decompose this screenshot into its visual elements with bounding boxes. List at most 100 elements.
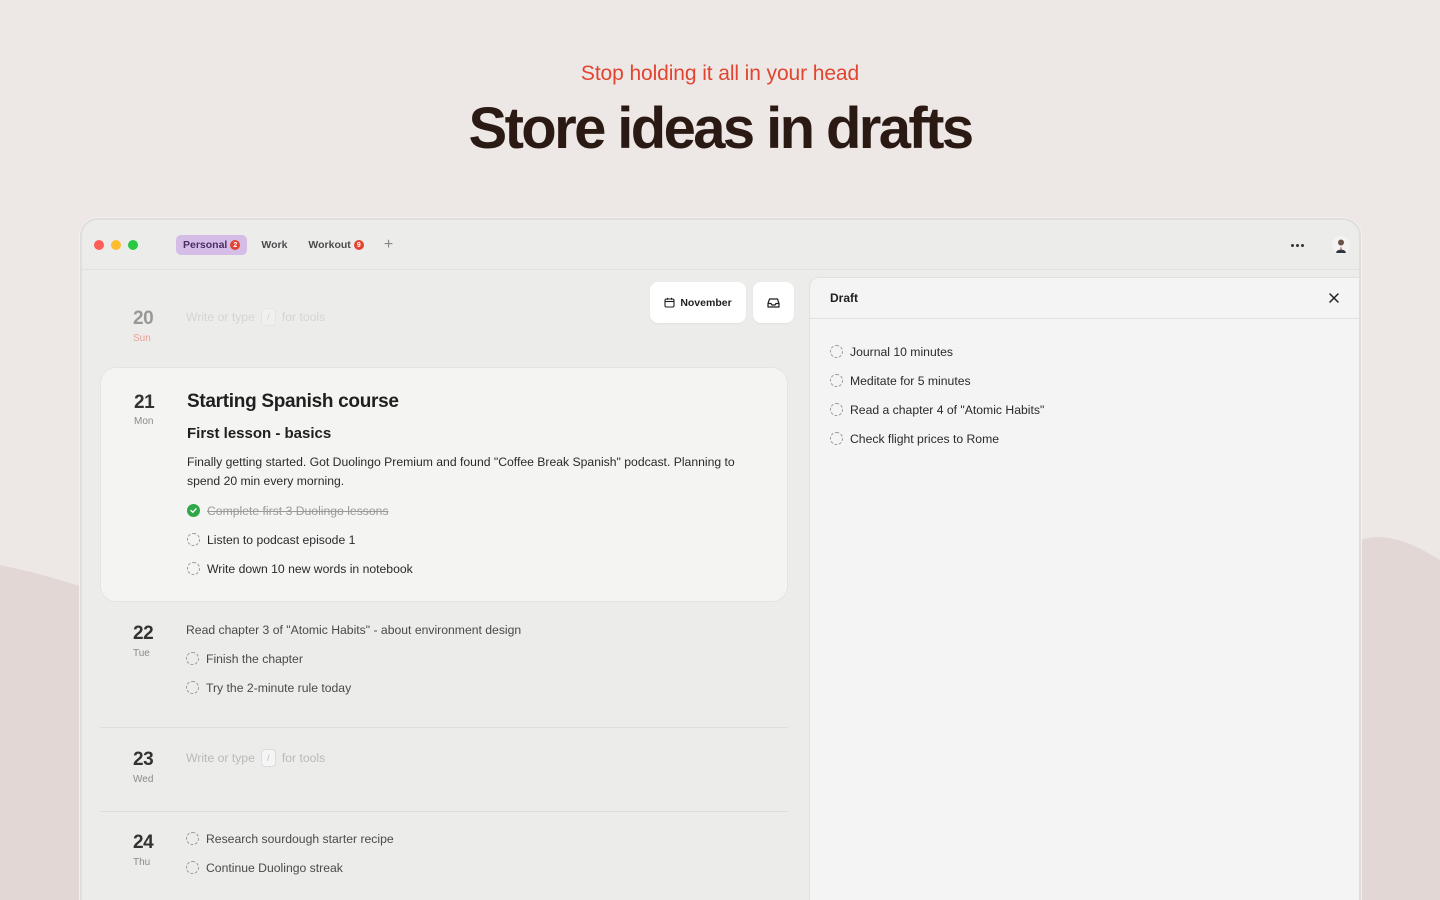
todo-label: Finish the chapter [206,651,303,666]
tab-label: Personal [183,239,228,251]
more-dots-icon [1290,243,1294,247]
unchecked-circle-icon[interactable] [186,832,199,845]
hero-title: Store ideas in drafts [468,96,975,161]
day-body[interactable]: Read chapter 3 of "Atomic Habits" - abou… [186,615,768,702]
day-entry-selected: 21 Mon Starting Spanish course First les… [100,367,788,602]
todo-item[interactable]: Finish the chapter [186,644,768,673]
inbox-icon [767,297,780,308]
todo-list: Complete first 3 Duolingo lessons Listen… [187,496,767,583]
tab-workout[interactable]: Workout 9 [301,235,370,255]
todo-item[interactable]: Try the 2-minute rule today [186,673,768,702]
unchecked-circle-icon[interactable] [830,403,843,416]
close-icon [1329,293,1339,303]
tab-work[interactable]: Work [254,235,294,255]
draft-item-label: Journal 10 minutes [850,344,953,359]
maximize-window-button[interactable] [128,240,138,250]
minimize-window-button[interactable] [111,240,121,250]
titlebar: Personal 2 Work Workout 9 + [82,220,1359,270]
plus-icon: + [383,236,394,253]
more-dot [1295,243,1299,247]
day-weekday: Mon [134,416,154,427]
draft-item-label: Check flight prices to Rome [850,431,1000,446]
tab-personal[interactable]: Personal 2 [176,235,248,255]
day-number: 20 [133,308,154,329]
unchecked-circle-icon[interactable] [830,374,843,387]
draft-panel: Draft Journal 10 minutes Meditate for 5 … [809,277,1359,900]
checkmark-icon [190,508,197,513]
day-entry: 24 Thu Research sourdough starter recipe… [100,824,788,900]
unchecked-circle-icon[interactable] [830,345,843,358]
unchecked-circle-icon[interactable] [187,533,200,546]
day-number: 23 [133,749,154,770]
journal-toolbar: November [650,282,794,323]
todo-item[interactable]: Listen to podcast episode 1 [187,525,767,554]
day-divider [100,727,788,728]
tab-badge: 9 [353,240,364,250]
calendar-icon [664,297,675,308]
placeholder-text: Write or type [186,751,255,765]
avatar[interactable] [1332,236,1350,254]
unchecked-circle-icon[interactable] [186,861,199,874]
day-number: 21 [134,392,155,413]
todo-label: Listen to podcast episode 1 [207,532,356,547]
inbox-button[interactable] [753,282,794,323]
todo-label: Continue Duolingo streak [206,860,343,875]
slash-key: / [260,308,276,326]
unchecked-circle-icon[interactable] [830,432,843,445]
month-picker-button[interactable]: November [650,282,746,323]
draft-item-label: Meditate for 5 minutes [850,373,971,388]
draft-title: Draft [830,291,859,305]
todo-item[interactable]: Write down 10 new words in notebook [187,554,767,583]
tab-badge: 2 [230,240,241,250]
day-number: 22 [133,623,154,644]
hero-kicker: Stop holding it all in your head [580,62,860,85]
todo-item[interactable]: Continue Duolingo streak [186,853,768,882]
entry-text[interactable]: Finally getting started. Got Duolingo Pr… [187,453,767,491]
placeholder-text: Write or type [186,310,255,324]
unchecked-circle-icon[interactable] [186,681,199,694]
day-body[interactable]: Research sourdough starter recipe Contin… [186,824,768,882]
close-window-button[interactable] [94,240,104,250]
tab-label: Work [261,239,288,251]
todo-label: Try the 2-minute rule today [206,680,352,695]
placeholder-text: for tools [281,310,326,324]
day-body[interactable]: Starting Spanish course First lesson - b… [187,391,767,583]
more-options-button[interactable] [1287,235,1307,255]
day-weekday: Sun [133,333,151,344]
unchecked-circle-icon[interactable] [186,652,199,665]
day-divider [100,811,788,812]
draft-list: Journal 10 minutes Meditate for 5 minute… [810,319,1359,453]
checked-icon[interactable] [187,504,200,517]
month-label: November [680,296,732,309]
app-window: Personal 2 Work Workout 9 + November 20 … [80,218,1361,900]
day-weekday: Tue [133,648,150,659]
day-weekday: Wed [133,774,154,785]
day-entry: 23 Wed Write or type / for tools [100,741,788,811]
day-number: 24 [133,832,154,853]
entry-text[interactable]: Read chapter 3 of "Atomic Habits" - abou… [186,615,768,644]
draft-item[interactable]: Meditate for 5 minutes [830,366,1339,395]
placeholder-text: for tools [281,751,326,765]
todo-label: Write down 10 new words in notebook [207,561,413,576]
todo-item[interactable]: Complete first 3 Duolingo lessons [187,496,767,525]
entry-placeholder[interactable]: Write or type / for tools [186,749,768,767]
close-draft-button[interactable] [1329,291,1339,305]
draft-item-label: Read a chapter 4 of "Atomic Habits" [850,402,1045,417]
entry-title[interactable]: Starting Spanish course [187,391,767,413]
day-body[interactable]: Write or type / for tools [186,749,768,767]
draft-item[interactable]: Read a chapter 4 of "Atomic Habits" [830,395,1339,424]
unchecked-circle-icon[interactable] [187,562,200,575]
draft-header: Draft [810,278,1359,319]
day-entry: 22 Tue Read chapter 3 of "Atomic Habits"… [100,615,788,727]
tab-bar: Personal 2 Work Workout 9 + [176,235,393,255]
add-tab-button[interactable]: + [384,237,393,253]
draft-item[interactable]: Check flight prices to Rome [830,424,1339,453]
more-dot [1300,243,1304,247]
todo-label: Complete first 3 Duolingo lessons [207,503,389,518]
hero: Stop holding it all in your head Store i… [0,62,1440,158]
draft-item[interactable]: Journal 10 minutes [830,337,1339,366]
window-controls [94,240,138,250]
entry-subtitle[interactable]: First lesson - basics [187,425,767,442]
todo-item[interactable]: Research sourdough starter recipe [186,824,768,853]
tab-label: Workout [308,239,351,251]
